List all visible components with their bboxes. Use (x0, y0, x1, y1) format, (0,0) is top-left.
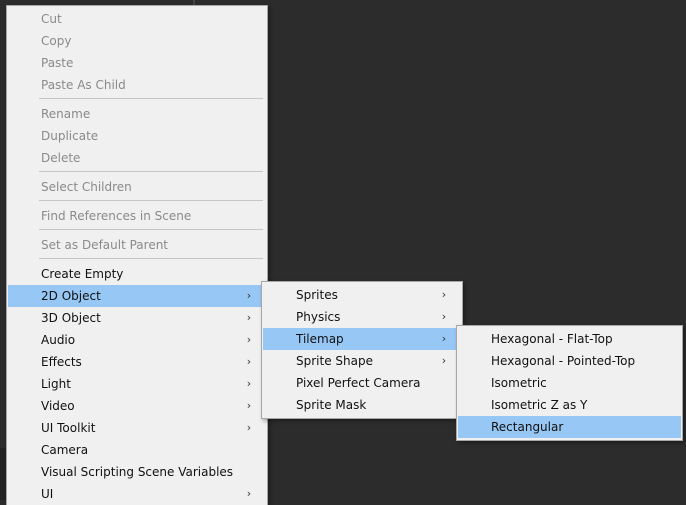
menu-item-label: Rename (41, 107, 91, 121)
menu-item-sprite-shape[interactable]: Sprite Shape › (263, 350, 461, 372)
menu-separator (39, 258, 263, 259)
menu-item-rename[interactable]: Rename (8, 103, 266, 125)
menu-separator (39, 200, 263, 201)
menu-item-paste-as-child[interactable]: Paste As Child (8, 74, 266, 96)
chevron-right-icon: › (441, 288, 447, 301)
menu-separator (39, 171, 263, 172)
menu-item-label: Sprites (296, 288, 338, 302)
menu-item-label: Isometric (491, 376, 547, 390)
menu-item-isometric-z-as-y[interactable]: Isometric Z as Y (458, 394, 681, 416)
menu-item-label: UI (41, 487, 54, 501)
menu-item-camera[interactable]: Camera (8, 439, 266, 461)
menu-item-duplicate[interactable]: Duplicate (8, 125, 266, 147)
menu-item-create-empty[interactable]: Create Empty (8, 263, 266, 285)
menu-item-paste[interactable]: Paste (8, 52, 266, 74)
chevron-right-icon: › (246, 355, 252, 368)
menu-item-rectangular[interactable]: Rectangular (458, 416, 681, 438)
menu-item-effects[interactable]: Effects › (8, 351, 266, 373)
menu-item-2d-object[interactable]: 2D Object › (8, 285, 266, 307)
chevron-right-icon: › (441, 310, 447, 323)
menu-item-label: Duplicate (41, 129, 99, 143)
chevron-right-icon: › (246, 487, 252, 500)
menu-item-label: Create Empty (41, 267, 124, 281)
menu-item-delete[interactable]: Delete (8, 147, 266, 169)
menu-item-hexagonal-flat-top[interactable]: Hexagonal - Flat-Top (458, 328, 681, 350)
menu-item-isometric[interactable]: Isometric (458, 372, 681, 394)
menu-item-label: 3D Object (41, 311, 101, 325)
chevron-right-icon: › (441, 354, 447, 367)
menu-item-label: Light (41, 377, 71, 391)
menu-item-label: Camera (41, 443, 89, 457)
submenu-2d-object: Sprites › Physics › Tilemap › Sprite Sha… (261, 281, 463, 419)
chevron-right-icon: › (441, 332, 447, 345)
menu-item-select-children[interactable]: Select Children (8, 176, 266, 198)
chevron-right-icon: › (246, 289, 252, 302)
menu-item-label: Hexagonal - Flat-Top (491, 332, 613, 346)
hierarchy-context-menu: Cut Copy Paste Paste As Child Rename Dup… (6, 5, 268, 505)
chevron-right-icon: › (246, 333, 252, 346)
menu-item-label: Visual Scripting Scene Variables (41, 465, 234, 479)
menu-item-sprite-mask[interactable]: Sprite Mask (263, 394, 461, 416)
menu-item-light[interactable]: Light › (8, 373, 266, 395)
menu-item-label: 2D Object (41, 289, 101, 303)
menu-item-video[interactable]: Video › (8, 395, 266, 417)
chevron-right-icon: › (246, 421, 252, 434)
menu-item-label: Find References in Scene (41, 209, 192, 223)
menu-item-hexagonal-pointed-top[interactable]: Hexagonal - Pointed-Top (458, 350, 681, 372)
menu-item-label: Audio (41, 333, 76, 347)
menu-item-label: Isometric Z as Y (491, 398, 588, 412)
menu-item-label: Paste As Child (41, 78, 126, 92)
menu-item-copy[interactable]: Copy (8, 30, 266, 52)
menu-item-label: Tilemap (296, 332, 344, 346)
menu-item-label: Sprite Mask (296, 398, 367, 412)
menu-item-physics[interactable]: Physics › (263, 306, 461, 328)
menu-item-label: Copy (41, 34, 72, 48)
menu-item-3d-object[interactable]: 3D Object › (8, 307, 266, 329)
menu-item-label: Paste (41, 56, 74, 70)
menu-item-label: Delete (41, 151, 81, 165)
menu-item-tilemap[interactable]: Tilemap › (263, 328, 461, 350)
menu-item-audio[interactable]: Audio › (8, 329, 266, 351)
menu-separator (39, 229, 263, 230)
chevron-right-icon: › (246, 311, 252, 324)
menu-item-set-default-parent[interactable]: Set as Default Parent (8, 234, 266, 256)
menu-item-pixel-perfect-camera[interactable]: Pixel Perfect Camera (263, 372, 461, 394)
menu-separator (39, 98, 263, 99)
menu-item-label: Hexagonal - Pointed-Top (491, 354, 636, 368)
menu-item-visual-scripting-scene-variables[interactable]: Visual Scripting Scene Variables (8, 461, 266, 483)
chevron-right-icon: › (246, 377, 252, 390)
chevron-right-icon: › (246, 399, 252, 412)
menu-item-cut[interactable]: Cut (8, 8, 266, 30)
menu-item-label: UI Toolkit (41, 421, 96, 435)
menu-item-label: Pixel Perfect Camera (296, 376, 421, 390)
menu-item-ui[interactable]: UI › (8, 483, 266, 505)
menu-item-find-references[interactable]: Find References in Scene (8, 205, 266, 227)
menu-item-ui-toolkit[interactable]: UI Toolkit › (8, 417, 266, 439)
menu-item-label: Set as Default Parent (41, 238, 169, 252)
submenu-tilemap: Hexagonal - Flat-Top Hexagonal - Pointed… (456, 325, 683, 441)
menu-item-label: Effects (41, 355, 82, 369)
menu-item-label: Video (41, 399, 75, 413)
menu-item-label: Sprite Shape (296, 354, 373, 368)
menu-item-sprites[interactable]: Sprites › (263, 284, 461, 306)
menu-item-label: Physics (296, 310, 341, 324)
menu-item-label: Cut (41, 12, 62, 26)
menu-item-label: Rectangular (491, 420, 564, 434)
menu-item-label: Select Children (41, 180, 132, 194)
